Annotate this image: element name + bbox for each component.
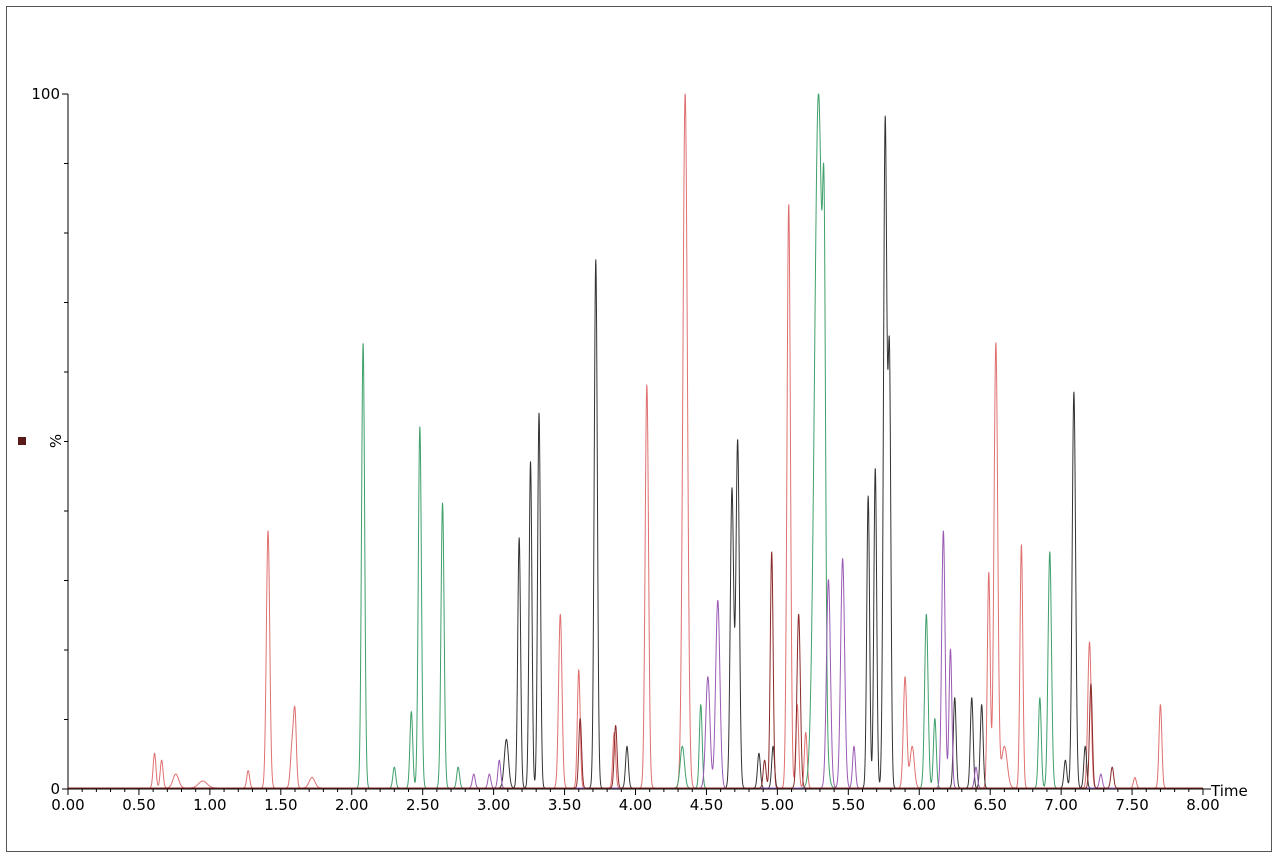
x-tick-label: 5.50 xyxy=(832,796,865,814)
x-tick-label: 2.50 xyxy=(406,796,439,814)
x-tick-label: 6.00 xyxy=(903,796,936,814)
x-tick-label: 3.50 xyxy=(548,796,581,814)
legend-marker xyxy=(18,437,26,445)
y-axis-label: % xyxy=(47,434,65,448)
x-tick-label: 2.00 xyxy=(335,796,368,814)
x-tick-label: 1.00 xyxy=(193,796,226,814)
x-tick-label: 0.00 xyxy=(51,796,84,814)
series-trace-3 xyxy=(67,530,1204,789)
axes: 0.00 0.50 1.00 1.50 2.00 2.50 3.00 3.50 4.00 4.50… xyxy=(31,85,1219,814)
x-tick-label: 4.50 xyxy=(690,796,723,814)
labels: % Time xyxy=(47,434,1248,800)
y-tick-label: 100 xyxy=(31,85,60,103)
x-tick-label: 0.50 xyxy=(122,796,155,814)
x-tick-label: 6.50 xyxy=(973,796,1006,814)
x-tick-label: 3.00 xyxy=(477,796,510,814)
x-tick-label: 1.50 xyxy=(264,796,297,814)
x-axis-label: Time xyxy=(1210,782,1248,800)
series-trace-2 xyxy=(67,115,1204,789)
x-tick-label: 5.00 xyxy=(761,796,794,814)
series-trace-0 xyxy=(67,93,1204,789)
series-layer xyxy=(67,93,1204,789)
x-tick-label: 7.50 xyxy=(1115,796,1148,814)
x-tick-label: 4.00 xyxy=(619,796,652,814)
series-trace-4 xyxy=(67,551,1204,789)
series-trace-1 xyxy=(67,93,1204,789)
x-tick-label: 7.00 xyxy=(1044,796,1077,814)
y-tick-label: 0 xyxy=(50,780,60,798)
chromatogram-chart: 0.00 0.50 1.00 1.50 2.00 2.50 3.00 3.50 4.00 4.50… xyxy=(18,85,1248,814)
